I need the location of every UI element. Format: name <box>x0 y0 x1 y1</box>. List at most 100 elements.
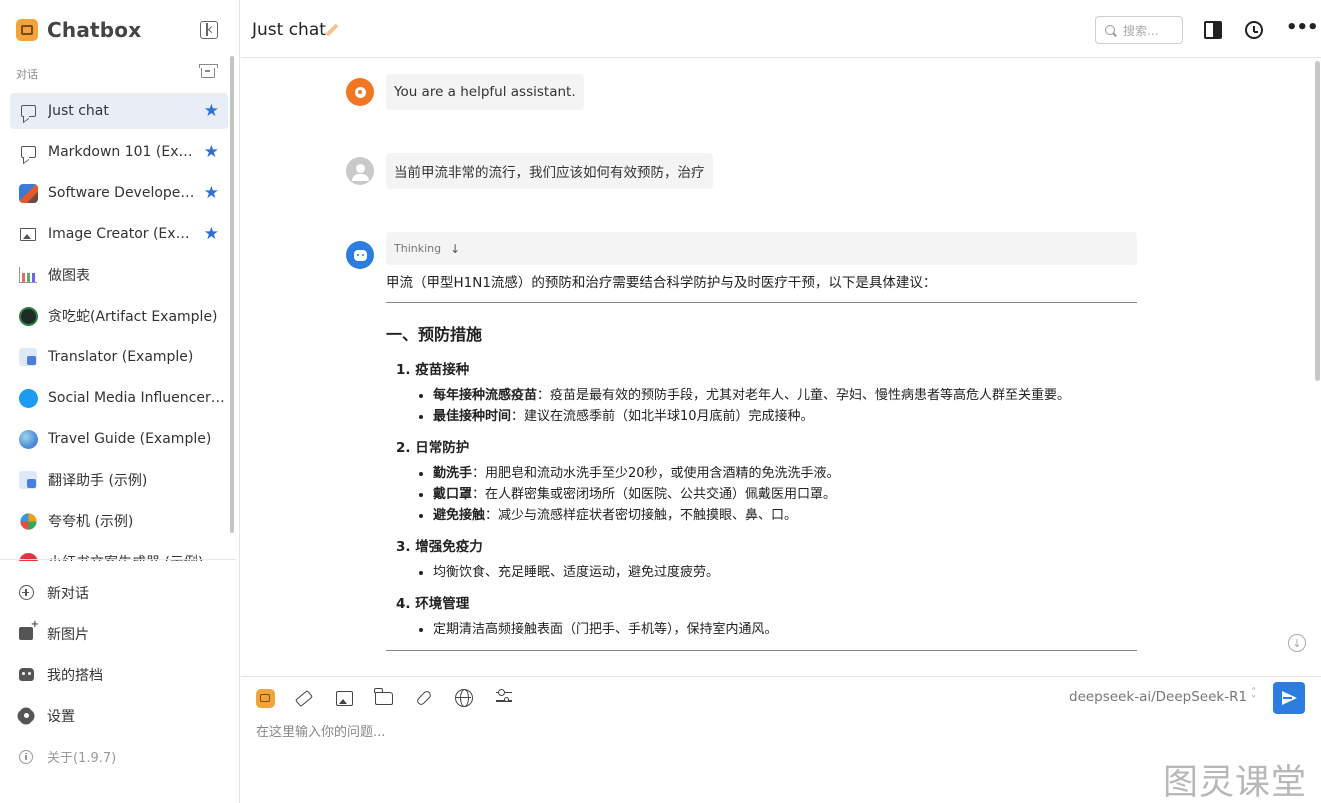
conversation-label: 翻译助手 (示例) <box>48 473 148 489</box>
user-message: 当前甲流非常的流行，我们应该如何有效预防，治疗 <box>386 153 713 189</box>
gear-icon <box>18 708 34 724</box>
settings-cog-icon <box>354 86 366 98</box>
star-icon[interactable]: ★ <box>204 183 219 203</box>
edit-pencil-icon[interactable] <box>325 23 339 37</box>
conversation-item-translator[interactable]: Translator (Example) <box>10 339 228 375</box>
assistant-avatar <box>346 241 374 269</box>
sidebar-divider <box>0 559 236 560</box>
chevron-updown-icon: ˄ ˅ <box>1251 687 1257 706</box>
conversation-label: Just chat <box>48 103 109 119</box>
collapse-sidebar-icon[interactable] <box>200 21 218 39</box>
section-title: 3. 增强免疫力 <box>396 539 483 555</box>
new-chat-label: 新对话 <box>47 585 89 602</box>
conversation-item-make-chart[interactable]: 做图表 <box>10 257 228 293</box>
robot-icon <box>18 667 34 683</box>
arrow-down-icon: ↓ <box>450 241 461 256</box>
app-name: Chatbox <box>47 18 142 42</box>
list-item: 戴口罩：在人群密集或密闭场所（如医院、公共交通）佩戴医用口罩。 <box>433 484 1137 505</box>
info-icon <box>18 749 34 765</box>
about-label: 关于(1.9.7) <box>47 751 117 766</box>
conversation-label: Software Developer (Example) <box>48 185 198 201</box>
chat-bubble-icon <box>18 101 38 121</box>
sidebar-menu: 新对话 新图片 我的搭档 设置 关于(1.9.7) <box>18 572 116 777</box>
star-icon[interactable]: ★ <box>204 224 219 244</box>
system-message: You are a helpful assistant. <box>386 74 584 110</box>
toggle-panel-icon[interactable] <box>1204 21 1222 39</box>
sidebar-scrollbar[interactable] <box>230 56 234 533</box>
conversation-item-software-developer[interactable]: Software Developer (Example) ★ <box>10 175 228 211</box>
search-placeholder: 搜索... <box>1123 23 1159 38</box>
settings-button[interactable]: 设置 <box>18 695 116 736</box>
chart-avatar-icon <box>18 265 38 285</box>
section-title: 4. 环境管理 <box>396 596 470 612</box>
list-item: 定期清洁高频接触表面（门把手、手机等），保持室内通风。 <box>433 619 1137 640</box>
conversation-item-just-chat[interactable]: Just chat ★ <box>10 93 228 129</box>
archive-icon[interactable] <box>199 64 218 78</box>
model-selector[interactable]: deepseek-ai/DeepSeek-R1 ˄ ˅ <box>1069 687 1257 706</box>
watermark: 图灵课堂 <box>1163 763 1308 803</box>
eraser-icon[interactable] <box>293 687 315 709</box>
conversation-item-travel-guide[interactable]: Travel Guide (Example) <box>10 421 228 457</box>
chat-header: Just chat 搜索... ••• <box>241 0 1321 58</box>
history-icon[interactable] <box>1245 21 1263 39</box>
answer-section-list: 1. 疫苗接种 每年接种流感疫苗：疫苗是最有效的预防手段，尤其对老年人、儿童、孕… <box>396 359 1137 640</box>
chat-bubble-icon <box>18 142 38 162</box>
conversation-item-translate-assistant[interactable]: 翻译助手 (示例) <box>10 462 228 498</box>
conversation-list: Just chat ★ Markdown 101 (Example) ★ Sof… <box>10 93 228 561</box>
chatbox-logo-icon <box>16 19 38 41</box>
chat-title: Just chat <box>252 20 326 40</box>
answer-heading: 一、预防措施 <box>386 325 483 344</box>
answer-section: 1. 疫苗接种 每年接种流感疫苗：疫苗是最有效的预防手段，尤其对老年人、儿童、孕… <box>396 359 1137 427</box>
chat-scrollbar[interactable] <box>1315 61 1320 381</box>
conversation-label: 夸夸机 (示例) <box>48 514 134 530</box>
web-search-globe-icon[interactable] <box>453 687 475 709</box>
star-icon[interactable]: ★ <box>204 101 219 121</box>
conversation-item-snake[interactable]: 贪吃蛇(Artifact Example) <box>10 298 228 334</box>
search-icon <box>1105 25 1115 35</box>
image-upload-icon[interactable] <box>333 687 355 709</box>
answer-section: 4. 环境管理 定期清洁高频接触表面（门把手、手机等），保持室内通风。 <box>396 593 1137 640</box>
settings-label: 设置 <box>47 708 75 725</box>
list-item: 均衡饮食、充足睡眠、适度运动，避免过度疲劳。 <box>433 562 1137 583</box>
new-chat-button[interactable]: 新对话 <box>18 572 116 613</box>
about-button[interactable]: 关于(1.9.7) <box>18 736 116 777</box>
thinking-toggle[interactable]: Thinking ↓ <box>386 232 1137 265</box>
conversation-label: Markdown 101 (Example) <box>48 144 198 160</box>
list-item: 勤洗手：用肥皂和流动水洗手至少20秒，或使用含酒精的免洗洗手液。 <box>433 463 1137 484</box>
snake-avatar-icon <box>18 306 38 326</box>
conversation-item-image-creator[interactable]: Image Creator (Example) ★ <box>10 216 228 252</box>
conversation-label: Translator (Example) <box>48 349 194 365</box>
twitter-avatar-icon <box>18 388 38 408</box>
add-image-icon <box>18 619 39 642</box>
conversations-label: 对话 <box>16 68 38 81</box>
send-button[interactable] <box>1273 682 1305 714</box>
send-icon <box>1281 691 1297 705</box>
system-avatar <box>346 78 374 106</box>
conversation-item-social-media[interactable]: Social Media Influencer (Example) <box>10 380 228 416</box>
sliders-icon[interactable] <box>493 687 515 709</box>
developer-avatar-icon <box>18 183 38 203</box>
more-options-icon[interactable]: ••• <box>1286 19 1319 39</box>
translator-avatar-icon <box>18 470 38 490</box>
my-partners-button[interactable]: 我的搭档 <box>18 654 116 695</box>
divider <box>386 650 1137 651</box>
message-input[interactable] <box>256 725 1296 740</box>
conversation-label: 做图表 <box>48 268 90 284</box>
star-icon[interactable]: ★ <box>204 142 219 162</box>
folder-icon[interactable] <box>373 687 395 709</box>
list-item: 最佳接种时间：建议在流感季前（如北半球10月底前）完成接种。 <box>433 406 1137 427</box>
conversation-label: Image Creator (Example) <box>48 226 198 242</box>
conversation-label: Social Media Influencer (Example) <box>48 390 228 406</box>
scroll-to-bottom-icon[interactable]: ↓ <box>1288 634 1306 652</box>
image-icon <box>18 224 38 244</box>
chatbox-logo-icon[interactable] <box>254 687 276 709</box>
answer-intro: 甲流（甲型H1N1流感）的预防和治疗需要结合科学防护与及时医疗干预，以下是具体建… <box>386 272 1137 303</box>
new-image-button[interactable]: 新图片 <box>18 613 116 654</box>
thinking-label: Thinking <box>394 242 442 255</box>
list-item: 每年接种流感疫苗：疫苗是最有效的预防手段，尤其对老年人、儿童、孕妇、慢性病患者等… <box>433 385 1137 406</box>
search-input[interactable]: 搜索... <box>1095 16 1183 44</box>
conversation-item-markdown-101[interactable]: Markdown 101 (Example) ★ <box>10 134 228 170</box>
link-icon[interactable] <box>413 687 435 709</box>
list-item: 避免接触：减少与流感样症状者密切接触，不触摸眼、鼻、口。 <box>433 505 1137 526</box>
conversation-item-boast[interactable]: 夸夸机 (示例) <box>10 503 228 539</box>
